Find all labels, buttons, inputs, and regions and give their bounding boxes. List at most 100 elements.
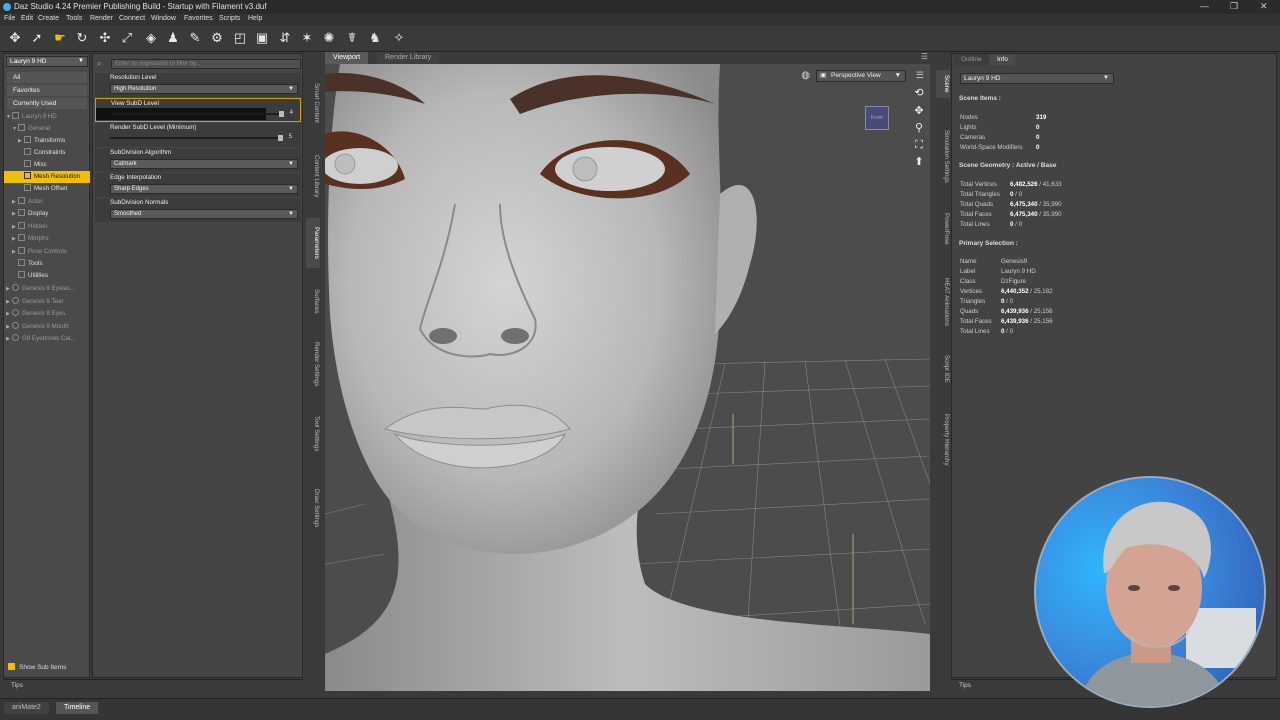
tree-item[interactable]: Utilities: [4, 270, 90, 282]
camera-lens-icon[interactable]: ◍: [801, 70, 810, 81]
reset-view-icon[interactable]: ⬆: [912, 155, 926, 169]
param-render-subd-level: Render SubD Level (Minimum) 5: [95, 123, 301, 147]
tab-content-library[interactable]: Content Library: [306, 145, 320, 207]
subdivision-algorithm-dropdown[interactable]: Catmark ▼: [110, 159, 298, 169]
pan-icon[interactable]: ✥: [912, 104, 926, 118]
menu-connect[interactable]: Connect: [119, 15, 145, 22]
iray-render-icon[interactable]: ♞: [366, 29, 384, 47]
tab-outline[interactable]: Outline: [954, 54, 989, 65]
tree-item[interactable]: ▶ Pose Controls: [4, 246, 90, 258]
tree-item[interactable]: ▶ Actor: [4, 196, 90, 208]
tree-item[interactable]: ▶ Transforms: [4, 135, 90, 147]
viewport-menu-icon[interactable]: ☰: [916, 70, 924, 81]
tab-render-settings[interactable]: Render Settings: [306, 334, 320, 394]
menu-window[interactable]: Window: [151, 15, 176, 22]
camera-selector[interactable]: ▣ Perspective View ▼: [816, 70, 906, 82]
menu-file[interactable]: File: [4, 15, 15, 22]
menu-edit[interactable]: Edit: [21, 15, 33, 22]
geometry-editor-icon[interactable]: ✎: [186, 29, 204, 47]
menu-favorites[interactable]: Favorites: [184, 15, 213, 22]
filter-favorites[interactable]: Favorites: [7, 85, 87, 96]
tree-item[interactable]: ▶ Genesis 9 Eyes: [4, 308, 90, 320]
tree-item[interactable]: Tools: [4, 258, 90, 270]
figure-tool-icon[interactable]: ♟: [164, 29, 182, 47]
view-subd-slider[interactable]: 4: [96, 108, 299, 120]
tab-timeline[interactable]: Timeline: [56, 702, 99, 714]
pane-menu-icon[interactable]: ☰: [921, 52, 928, 61]
tree-item-selected[interactable]: Mesh Resolution: [4, 171, 90, 183]
universal-tool-icon[interactable]: ✥: [6, 29, 24, 47]
tree-item[interactable]: ▶ Morphs: [4, 233, 90, 245]
tab-viewport[interactable]: Viewport: [325, 52, 369, 64]
scene-selector[interactable]: Lauryn 9 HD ▼: [6, 56, 88, 67]
active-pose-icon[interactable]: ☛: [51, 29, 69, 47]
tree-item[interactable]: Misc: [4, 159, 90, 171]
info-value: 319: [1036, 114, 1047, 121]
tab-scene[interactable]: Scene: [936, 70, 950, 98]
zoom-icon[interactable]: ⚲: [912, 121, 926, 135]
node-editor-icon[interactable]: ▣: [253, 29, 271, 47]
pose-tool-icon[interactable]: ✶: [298, 29, 316, 47]
menu-help[interactable]: Help: [248, 15, 262, 22]
show-sub-items-checkbox[interactable]: Show Sub Items: [8, 663, 66, 671]
resolution-level-dropdown[interactable]: High Resolution ▼: [110, 84, 298, 94]
menu-render[interactable]: Render: [90, 15, 113, 22]
tab-tool-settings[interactable]: Tool Settings: [306, 408, 320, 460]
tab-property-hierarchy[interactable]: Property Hierarchy: [936, 405, 950, 475]
tree-item[interactable]: ▼ General: [4, 123, 90, 135]
tree-item[interactable]: ▶ Hidden: [4, 221, 90, 233]
filter-all[interactable]: All: [7, 72, 87, 83]
tab-smart-content[interactable]: Smart Content: [306, 73, 320, 133]
menu-tools[interactable]: Tools: [66, 15, 82, 22]
puppeteer-icon[interactable]: ✺: [320, 29, 338, 47]
tree-item[interactable]: ▶ G9 Eyebrows Car...: [4, 333, 90, 345]
tree-item[interactable]: ▶ Genesis 9 Tear: [4, 296, 90, 308]
3d-viewport[interactable]: ◍ ▣ Perspective View ▼ ☰ Front ⟲ ✥ ⚲ ⛶ ⬆: [325, 64, 930, 691]
node-selector[interactable]: Lauryn 9 HD ▼: [960, 73, 1114, 84]
search-icon: ⌕: [97, 59, 102, 68]
view-cube[interactable]: Front: [865, 106, 889, 130]
tree-item[interactable]: ▶ Display: [4, 208, 90, 220]
subdivision-normals-dropdown[interactable]: Smoothed ▼: [110, 209, 298, 219]
render-subd-slider[interactable]: 5: [110, 134, 298, 141]
tab-surfaces[interactable]: Surfaces: [306, 281, 320, 321]
frame-icon[interactable]: ⛶: [912, 138, 926, 152]
figure-pose-icon[interactable]: ☤: [343, 29, 361, 47]
rotate-tool-icon[interactable]: ↻: [73, 29, 91, 47]
render-icon[interactable]: ✧: [390, 29, 408, 47]
scale-tool-icon[interactable]: ⤢: [118, 29, 136, 47]
tab-parameters[interactable]: Parameters: [306, 218, 320, 268]
tree-item[interactable]: Constraints: [4, 147, 90, 159]
edge-interpolation-dropdown[interactable]: Sharp Edges ▼: [110, 184, 298, 194]
spot-render-icon[interactable]: ◰: [231, 29, 249, 47]
minimize-button[interactable]: —: [1200, 1, 1209, 11]
close-button[interactable]: ✕: [1260, 1, 1268, 12]
filter-currently-used[interactable]: Currently Used: [7, 98, 87, 109]
chevron-down-icon: ▼: [894, 72, 901, 79]
joint-editor-icon[interactable]: ⚙: [208, 29, 226, 47]
filter-input[interactable]: Enter an expression to filter by...: [111, 59, 301, 69]
tree-item[interactable]: Mesh Offset: [4, 183, 90, 195]
tab-info[interactable]: Info: [990, 54, 1015, 65]
region-tool-icon[interactable]: ⇵: [276, 29, 294, 47]
tab-draw-settings[interactable]: Draw Settings: [306, 481, 320, 535]
maximize-button[interactable]: ❐: [1230, 1, 1238, 12]
node-selection-icon[interactable]: ➚: [28, 29, 46, 47]
slider-handle[interactable]: [278, 135, 283, 141]
tab-animate2[interactable]: aniMate2: [4, 702, 49, 714]
menu-scripts[interactable]: Scripts: [219, 15, 240, 22]
tab-render-library[interactable]: Render Library: [377, 52, 440, 64]
tips-bar-left[interactable]: Tips: [3, 679, 303, 691]
slider-handle[interactable]: [279, 111, 284, 117]
tab-simulation-settings[interactable]: Simulation Settings: [936, 118, 950, 194]
tab-script-ide[interactable]: Script IDE: [936, 348, 950, 390]
tree-item[interactable]: ▶ Genesis 9 Mouth: [4, 321, 90, 333]
orbit-icon[interactable]: ⟲: [912, 86, 926, 100]
surface-selection-icon[interactable]: ◈: [142, 29, 160, 47]
translate-tool-icon[interactable]: ✣: [96, 29, 114, 47]
tree-item[interactable]: ▼ Lauryn 9 HD: [4, 111, 90, 123]
tab-heat-animations[interactable]: HEAT Animations: [936, 268, 950, 336]
tab-powerpose[interactable]: PowerPose: [936, 206, 950, 252]
tree-item[interactable]: ▶ Genesis 9 Eyelas...: [4, 283, 90, 295]
menu-create[interactable]: Create: [38, 15, 59, 22]
